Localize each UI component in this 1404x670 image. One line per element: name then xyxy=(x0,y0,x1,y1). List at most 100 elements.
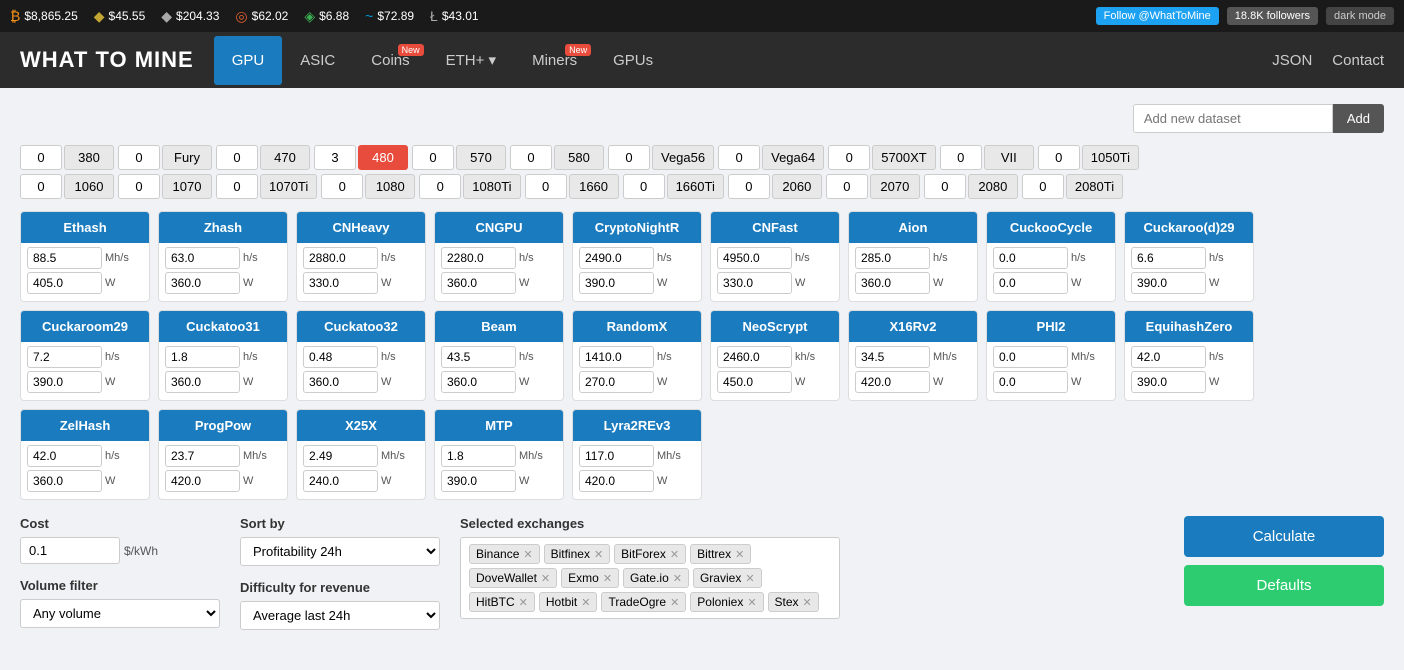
algo-power-input[interactable] xyxy=(855,272,930,294)
algo-hashrate-input[interactable] xyxy=(441,346,516,368)
algo-header[interactable]: PHI2 xyxy=(987,311,1115,342)
algo-hashrate-input[interactable] xyxy=(27,445,102,467)
algo-hashrate-input[interactable] xyxy=(993,247,1068,269)
algo-hashrate-input[interactable] xyxy=(441,445,516,467)
gpu-count-input[interactable] xyxy=(728,174,770,199)
defaults-button[interactable]: Defaults xyxy=(1184,565,1384,606)
exchange-remove-button[interactable]: ✕ xyxy=(735,548,744,561)
algo-hashrate-input[interactable] xyxy=(579,346,654,368)
algo-header[interactable]: Ethash xyxy=(21,212,149,243)
exchange-remove-button[interactable]: ✕ xyxy=(670,548,679,561)
algo-power-input[interactable] xyxy=(27,371,102,393)
algo-hashrate-input[interactable] xyxy=(303,346,378,368)
gpu-count-input[interactable] xyxy=(20,174,62,199)
sort-select[interactable]: Profitability 24h Profitability 3 days P… xyxy=(240,537,440,566)
algo-power-input[interactable] xyxy=(579,371,654,393)
algo-header[interactable]: CryptoNightR xyxy=(573,212,701,243)
gpu-count-input[interactable] xyxy=(623,174,665,199)
nav-coins[interactable]: Coins New xyxy=(353,36,427,85)
nav-asic[interactable]: ASIC xyxy=(282,36,353,85)
nav-contact[interactable]: Contact xyxy=(1332,52,1384,69)
gpu-count-input[interactable] xyxy=(826,174,868,199)
algo-header[interactable]: CNHeavy xyxy=(297,212,425,243)
algo-power-input[interactable] xyxy=(303,371,378,393)
algo-hashrate-input[interactable] xyxy=(1131,346,1206,368)
gpu-count-input[interactable] xyxy=(828,145,870,170)
nav-json[interactable]: JSON xyxy=(1272,52,1312,69)
algo-header[interactable]: ProgPow xyxy=(159,410,287,441)
gpu-count-input[interactable] xyxy=(412,145,454,170)
gpu-count-input[interactable] xyxy=(118,174,160,199)
volume-select[interactable]: Any volume xyxy=(20,599,220,628)
gpu-count-input[interactable] xyxy=(118,145,160,170)
difficulty-select[interactable]: Average last 24h Current difficulty xyxy=(240,601,440,630)
algo-power-input[interactable] xyxy=(165,272,240,294)
algo-hashrate-input[interactable] xyxy=(27,346,102,368)
algo-hashrate-input[interactable] xyxy=(165,445,240,467)
algo-power-input[interactable] xyxy=(27,272,102,294)
algo-hashrate-input[interactable] xyxy=(303,247,378,269)
gpu-count-input[interactable] xyxy=(216,174,258,199)
algo-hashrate-input[interactable] xyxy=(579,445,654,467)
algo-header[interactable]: CNFast xyxy=(711,212,839,243)
algo-header[interactable]: MTP xyxy=(435,410,563,441)
exchange-remove-button[interactable]: ✕ xyxy=(581,596,590,609)
gpu-count-input[interactable] xyxy=(1022,174,1064,199)
dark-mode-button[interactable]: dark mode xyxy=(1326,7,1394,25)
algo-hashrate-input[interactable] xyxy=(165,247,240,269)
gpu-count-input[interactable] xyxy=(608,145,650,170)
algo-hashrate-input[interactable] xyxy=(855,346,930,368)
exchange-remove-button[interactable]: ✕ xyxy=(745,572,754,585)
exchange-remove-button[interactable]: ✕ xyxy=(747,596,756,609)
exchange-remove-button[interactable]: ✕ xyxy=(519,596,528,609)
dataset-input[interactable] xyxy=(1133,104,1333,133)
algo-power-input[interactable] xyxy=(165,470,240,492)
algo-power-input[interactable] xyxy=(165,371,240,393)
algo-header[interactable]: EquihashZero xyxy=(1125,311,1253,342)
algo-power-input[interactable] xyxy=(441,371,516,393)
gpu-count-input[interactable] xyxy=(216,145,258,170)
algo-hashrate-input[interactable] xyxy=(165,346,240,368)
exchange-remove-button[interactable]: ✕ xyxy=(594,548,603,561)
algo-power-input[interactable] xyxy=(1131,272,1206,294)
algo-header[interactable]: RandomX xyxy=(573,311,701,342)
algo-header[interactable]: CNGPU xyxy=(435,212,563,243)
algo-header[interactable]: Cuckatoo32 xyxy=(297,311,425,342)
calculate-button[interactable]: Calculate xyxy=(1184,516,1384,557)
algo-hashrate-input[interactable] xyxy=(1131,247,1206,269)
gpu-count-input[interactable] xyxy=(924,174,966,199)
algo-hashrate-input[interactable] xyxy=(993,346,1068,368)
exchange-remove-button[interactable]: ✕ xyxy=(803,596,812,609)
gpu-count-input[interactable] xyxy=(940,145,982,170)
nav-miners[interactable]: Miners New xyxy=(514,36,595,85)
algo-hashrate-input[interactable] xyxy=(27,247,102,269)
algo-power-input[interactable] xyxy=(441,272,516,294)
algo-power-input[interactable] xyxy=(303,470,378,492)
algo-header[interactable]: X25X xyxy=(297,410,425,441)
algo-header[interactable]: Cuckaroo(d)29 xyxy=(1125,212,1253,243)
algo-hashrate-input[interactable] xyxy=(441,247,516,269)
algo-header[interactable]: Zhash xyxy=(159,212,287,243)
algo-power-input[interactable] xyxy=(579,470,654,492)
algo-hashrate-input[interactable] xyxy=(579,247,654,269)
gpu-count-input[interactable] xyxy=(510,145,552,170)
cost-input[interactable] xyxy=(20,537,120,564)
algo-power-input[interactable] xyxy=(717,272,792,294)
gpu-count-input[interactable] xyxy=(1038,145,1080,170)
algo-power-input[interactable] xyxy=(579,272,654,294)
algo-power-input[interactable] xyxy=(441,470,516,492)
gpu-count-input[interactable] xyxy=(525,174,567,199)
algo-power-input[interactable] xyxy=(993,371,1068,393)
exchange-remove-button[interactable]: ✕ xyxy=(523,548,532,561)
nav-gpu[interactable]: GPU xyxy=(214,36,283,85)
algo-header[interactable]: Aion xyxy=(849,212,977,243)
algo-power-input[interactable] xyxy=(1131,371,1206,393)
algo-header[interactable]: NeoScrypt xyxy=(711,311,839,342)
algo-power-input[interactable] xyxy=(717,371,792,393)
gpu-count-input[interactable] xyxy=(419,174,461,199)
nav-eth-plus[interactable]: ETH+ ▾ xyxy=(428,35,514,85)
algo-hashrate-input[interactable] xyxy=(303,445,378,467)
gpu-count-input[interactable] xyxy=(718,145,760,170)
exchange-remove-button[interactable]: ✕ xyxy=(603,572,612,585)
algo-hashrate-input[interactable] xyxy=(717,346,792,368)
